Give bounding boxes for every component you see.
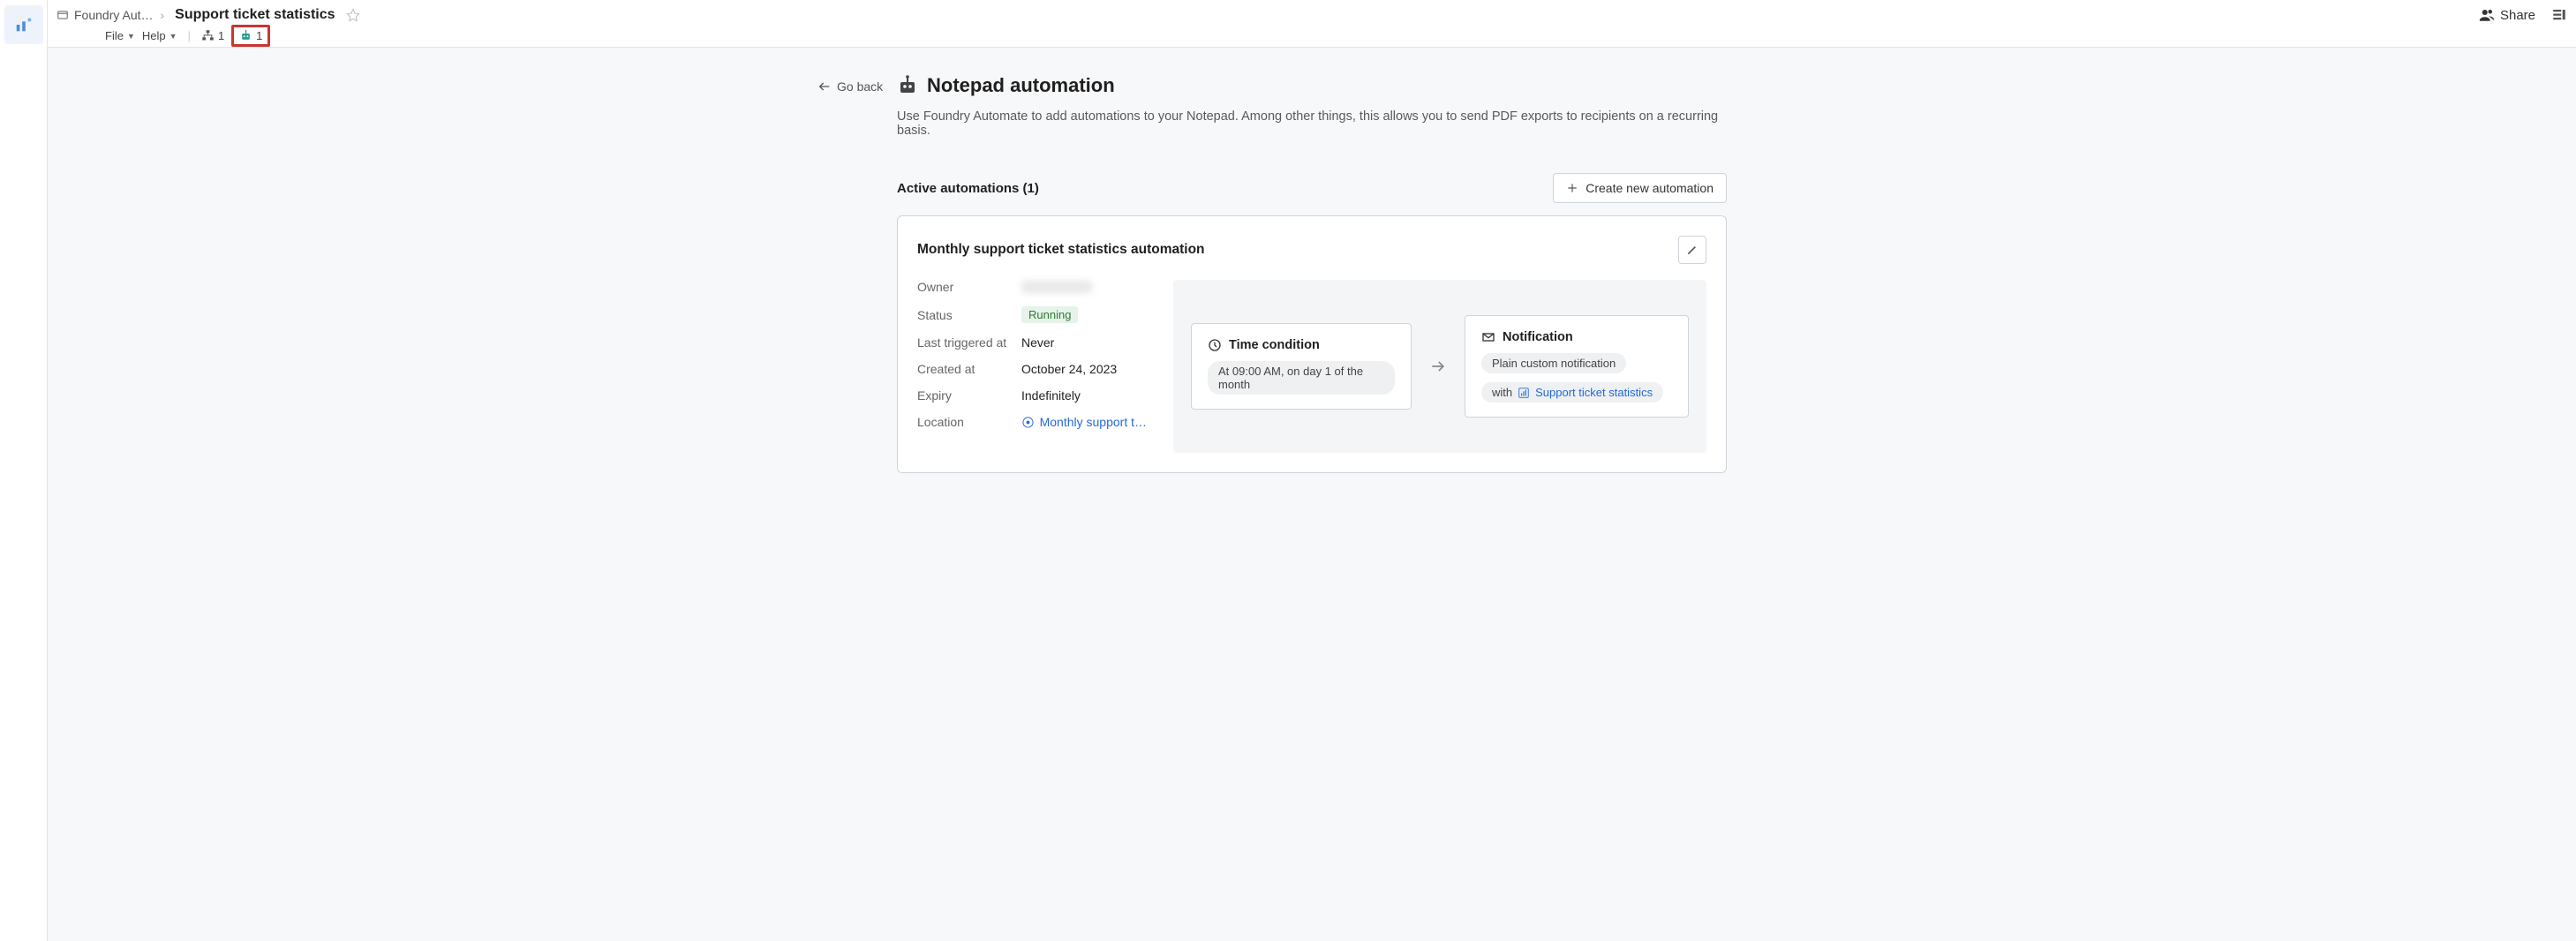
caret-down-icon: ▼ [127,32,135,41]
expiry-value: Indefinitely [1021,388,1081,403]
page-heading: Notepad automation [897,74,1727,97]
hierarchy-icon [201,29,215,42]
status-badge: Running [1021,306,1078,323]
notification-with-chip: with Support ticket statistics [1481,382,1663,403]
pencil-icon [1686,244,1699,256]
window-icon [56,9,69,21]
page-subtitle: Use Foundry Automate to add automations … [897,109,1727,138]
create-automation-label: Create new automation [1586,181,1714,195]
mail-icon [1481,330,1495,344]
create-automation-button[interactable]: Create new automation [1553,173,1727,203]
page-heading-title: Notepad automation [927,74,1115,97]
arrow-left-icon [817,79,832,94]
menu-divider: | [185,29,194,42]
expiry-label: Expiry [917,388,1021,403]
time-condition-chip: At 09:00 AM, on day 1 of the month [1208,361,1395,395]
content-area: Go back Notepad automation Use Foundry A… [48,48,2576,941]
share-label: Share [2500,8,2535,23]
automation-card: Monthly support ticket statistics automa… [897,215,1727,473]
owner-label: Owner [917,280,1021,294]
org-count-chip[interactable]: 1 [201,29,224,42]
help-menu-label: Help [142,29,166,42]
org-count-value: 1 [218,29,224,42]
edit-automation-button[interactable] [1678,236,1706,264]
help-menu[interactable]: Help ▼ [142,29,177,42]
page-title: Support ticket statistics [175,7,335,23]
last-triggered-label: Last triggered at [917,335,1021,350]
app-sidebar [0,0,48,941]
panel-toggle-icon[interactable] [2551,7,2567,23]
app-header: Foundry Aut… › Support ticket statistics… [48,0,2576,48]
file-menu-label: File [105,29,124,42]
robot-icon [897,75,918,96]
notification-title: Notification [1503,330,1573,344]
chart-icon [1518,387,1530,399]
notification-card[interactable]: Notification Plain custom notification w… [1465,315,1689,418]
created-at-value: October 24, 2023 [1021,362,1117,376]
breadcrumb-folder[interactable]: Foundry Aut… [56,8,154,22]
time-condition-card[interactable]: Time condition At 09:00 AM, on day 1 of … [1191,323,1412,410]
star-icon[interactable] [346,8,360,22]
people-icon [2479,7,2495,23]
breadcrumb: Foundry Aut… › Support ticket statistics [56,7,360,23]
active-automations-title: Active automations (1) [897,181,1039,196]
automation-meta: Owner Status Running Last triggered at N… [917,280,1147,453]
automation-title: Monthly support ticket statistics automa… [917,242,1205,258]
plus-icon [1566,182,1578,194]
owner-value-redacted [1021,281,1092,293]
chevron-right-icon: › [157,8,169,22]
time-condition-title: Time condition [1229,338,1320,352]
notification-with-link[interactable]: Support ticket statistics [1535,386,1653,399]
share-button[interactable]: Share [2479,7,2535,23]
automation-flow: Time condition At 09:00 AM, on day 1 of … [1173,280,1706,453]
arrow-right-icon [1429,358,1447,375]
notification-type-chip: Plain custom notification [1481,353,1626,373]
created-at-label: Created at [917,362,1021,376]
status-label: Status [917,308,1021,322]
sidebar-chart-icon[interactable] [4,5,43,44]
file-menu[interactable]: File ▼ [105,29,135,42]
robot-count-chip[interactable]: 1 [231,25,270,47]
robot-count-value: 1 [256,29,262,42]
header-menu-row: File ▼ Help ▼ | 1 [105,25,270,47]
clock-icon [1208,338,1222,352]
location-label: Location [917,415,1021,429]
robot-icon [239,29,252,42]
go-back-button[interactable]: Go back [817,79,883,94]
with-label: with [1492,386,1512,399]
eye-icon [1021,416,1035,429]
caret-down-icon: ▼ [169,32,177,41]
last-triggered-value: Never [1021,335,1054,350]
go-back-label: Go back [837,79,883,94]
location-link[interactable]: Monthly support t… [1040,415,1147,429]
breadcrumb-folder-label: Foundry Aut… [74,8,154,22]
